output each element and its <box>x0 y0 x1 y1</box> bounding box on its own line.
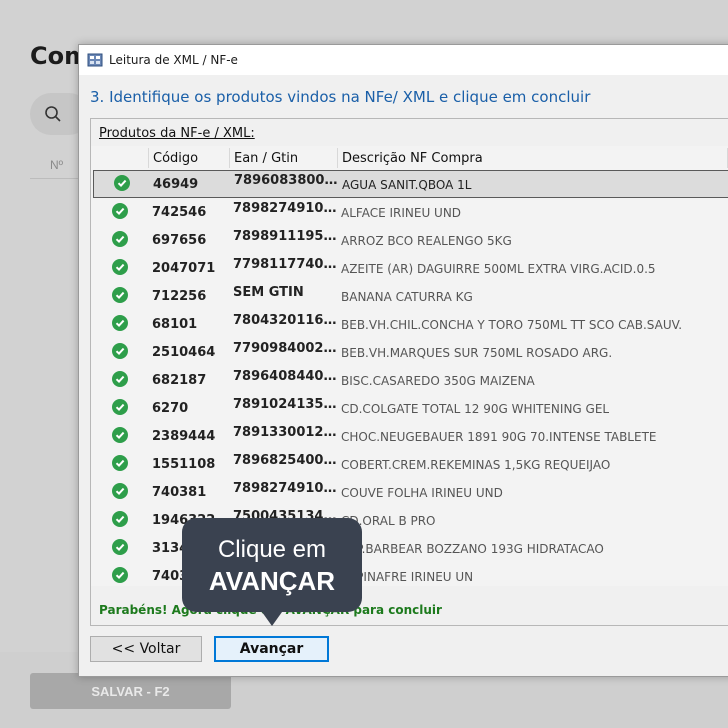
check-icon <box>112 455 128 471</box>
table-row[interactable]: 740381 78982749100... COUVE FOLHA IRINEU U… <box>91 478 728 506</box>
table-row[interactable]: 2510464 77909840023... BEB.VH.MARQUES SUR … <box>91 338 728 366</box>
cell-ean: 7804320116846 <box>233 313 338 328</box>
products-group-label: Produtos da NF-e / XML: <box>99 126 255 141</box>
table-row[interactable]: 46949 78960838000... AGUA SANIT.QBOA 1L <box>93 170 728 198</box>
cell-codigo: 742546 <box>152 205 207 220</box>
tooltip-callout: Clique em AVANÇAR <box>182 518 362 626</box>
cell-descricao: ALFACE IRINEU UND <box>341 206 462 220</box>
column-separator <box>148 148 149 168</box>
grid-header: Código Ean / Gtin Descrição NF Compra <box>91 146 728 170</box>
cell-ean: 7798117740089 <box>233 257 338 272</box>
check-icon <box>112 371 128 387</box>
table-row[interactable]: 682187 7896408440... BISC.CASAREDO 350G MA… <box>91 366 728 394</box>
xml-reader-dialog: Leitura de XML / NF-e 3. Identifique os … <box>78 44 728 677</box>
window-title: Leitura de XML / NF-e <box>109 53 238 67</box>
check-icon <box>112 511 128 527</box>
cell-descricao: CD.COLGATE TOTAL 12 90G WHITENING GEL <box>341 402 610 416</box>
title-bar: Leitura de XML / NF-e <box>79 45 728 75</box>
back-button[interactable]: << Voltar <box>90 636 202 662</box>
save-button[interactable]: SALVAR - F2 <box>30 673 231 709</box>
table-row[interactable]: 2047071 7798117740089AZEITE (AR) DAGUIRRE… <box>91 254 728 282</box>
app-icon <box>87 53 103 67</box>
check-icon <box>112 259 128 275</box>
search-icon <box>45 106 61 122</box>
cell-codigo: 682187 <box>152 373 207 388</box>
cell-codigo: 2047071 <box>152 261 216 276</box>
callout-arrow <box>262 612 282 626</box>
callout-line2: AVANÇAR <box>208 566 336 596</box>
cell-ean: 78960838000... <box>234 173 339 188</box>
column-header-ean[interactable]: Ean / Gtin <box>234 151 298 166</box>
table-row[interactable]: 742546 7898274910018ALFACE IRINEU UND <box>91 198 728 226</box>
column-header-codigo[interactable]: Código <box>153 151 198 166</box>
check-icon <box>112 567 128 583</box>
cell-descricao: BEB.VH.MARQUES SUR 750ML ROSADO ARG. <box>341 346 613 360</box>
cell-codigo: 2389444 <box>152 429 216 444</box>
table-row[interactable]: 68101 7804320116846BEB.VH.CHIL.CONCHA Y T… <box>91 310 728 338</box>
check-icon <box>114 175 130 191</box>
cell-codigo: 6270 <box>152 401 189 416</box>
cell-codigo: 697656 <box>152 233 207 248</box>
column-separator <box>337 148 338 168</box>
check-icon <box>112 539 128 555</box>
cell-descricao: ARROZ BCO REALENGO 5KG <box>341 234 512 248</box>
check-icon <box>112 287 128 303</box>
check-icon <box>112 315 128 331</box>
table-row[interactable]: 1551108 78968254009... COBERT.CREM.REKEMIN… <box>91 450 728 478</box>
cell-descricao: ESP.BARBEAR BOZZANO 193G HIDRATACAO <box>341 542 604 556</box>
check-icon <box>112 231 128 247</box>
cell-ean: 77909840023... <box>233 341 338 356</box>
table-row[interactable]: 6270 7891024135020CD.COLGATE TOTAL 12 90G… <box>91 394 728 422</box>
cell-ean: 7896408440... <box>233 369 338 384</box>
cell-codigo: 740381 <box>152 485 207 500</box>
cell-ean: 78982749100... <box>233 481 338 496</box>
cell-descricao: BISC.CASAREDO 350G MAIZENA <box>341 374 535 388</box>
cell-descricao: COBERT.CREM.REKEMINAS 1,5KG REQUEIJAO <box>341 458 611 472</box>
cell-codigo: 712256 <box>152 289 207 304</box>
cell-ean: 7891024135020 <box>233 397 338 412</box>
cell-codigo: 46949 <box>153 177 199 192</box>
column-header-descricao[interactable]: Descrição NF Compra <box>342 151 483 166</box>
check-icon <box>112 203 128 219</box>
table-row[interactable]: 712256 SEM GTIN BANANA CATURRA KG <box>91 282 728 310</box>
check-icon <box>112 399 128 415</box>
next-button[interactable]: Avançar <box>214 636 329 662</box>
cell-descricao: COUVE FOLHA IRINEU UND <box>341 486 503 500</box>
cell-descricao: AZEITE (AR) DAGUIRRE 500ML EXTRA VIRG.AC… <box>341 262 656 276</box>
cell-ean: 7891330012244 <box>233 425 338 440</box>
cell-ean: 7898274910018 <box>233 201 338 216</box>
check-icon <box>112 343 128 359</box>
column-separator <box>229 148 230 168</box>
cell-ean: 78968254009... <box>233 453 338 468</box>
cell-descricao: BANANA CATURRA KG <box>341 290 473 304</box>
check-icon <box>112 427 128 443</box>
cell-descricao: AGUA SANIT.QBOA 1L <box>342 178 472 192</box>
cell-codigo: 68101 <box>152 317 198 332</box>
cell-codigo: 2510464 <box>152 345 216 360</box>
column-header-number: Nº <box>50 158 64 172</box>
cell-descricao: BEB.VH.CHIL.CONCHA Y TORO 750ML TT SCO C… <box>341 318 683 332</box>
table-row[interactable]: 2389444 7891330012244CHOC.NEUGEBAUER 1891… <box>91 422 728 450</box>
step-title: 3. Identifique os produtos vindos na NFe… <box>90 88 591 106</box>
cell-ean: 7898911195129 <box>233 229 338 244</box>
cell-descricao: CHOC.NEUGEBAUER 1891 90G 70.INTENSE TABL… <box>341 430 657 444</box>
check-icon <box>112 483 128 499</box>
table-row[interactable]: 697656 7898911195129ARROZ BCO REALENGO 5K… <box>91 226 728 254</box>
cell-codigo: 1551108 <box>152 457 216 472</box>
callout-line1: Clique em <box>217 536 327 563</box>
cell-ean: SEM GTIN <box>233 285 304 300</box>
